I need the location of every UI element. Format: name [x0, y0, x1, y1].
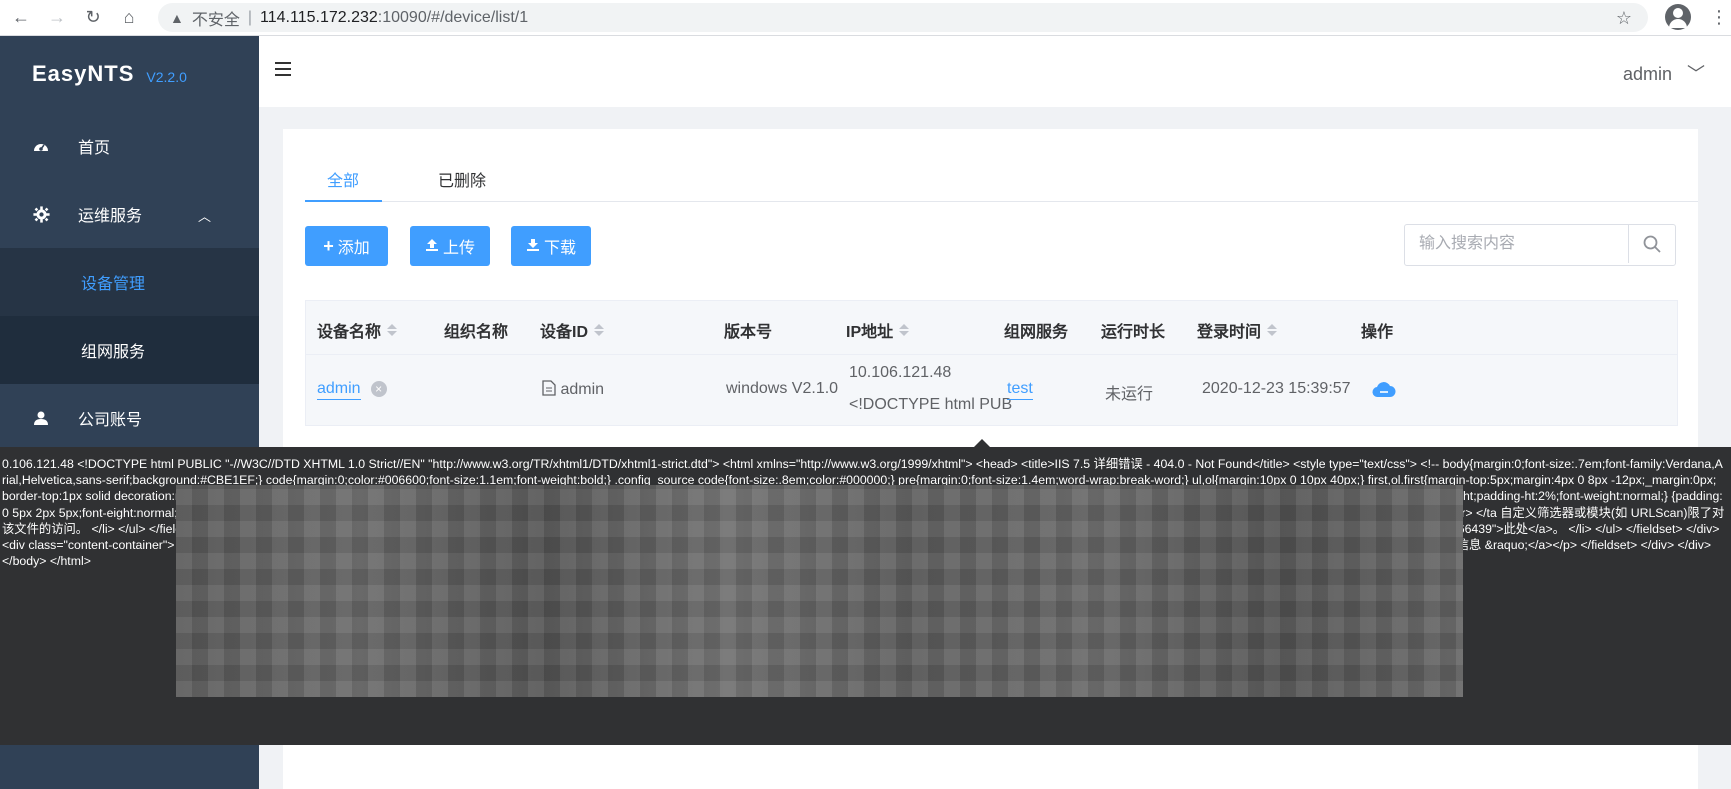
search-box — [1404, 224, 1676, 266]
device-name-link[interactable]: admin — [317, 380, 361, 400]
tab-all[interactable]: 全部 — [327, 167, 359, 191]
chevron-up-icon: ︿ — [197, 209, 211, 224]
bookmark-star-icon[interactable]: ☆ — [1616, 8, 1632, 29]
col-login-time[interactable]: 登录时间 — [1197, 318, 1278, 342]
upload-button[interactable]: 上传 — [410, 226, 490, 266]
tooltip-arrow — [974, 439, 990, 447]
active-tab-indicator — [305, 200, 382, 202]
col-version: 版本号 — [724, 324, 773, 341]
submenu-ops: 设备管理 组网服务 — [0, 248, 259, 384]
ip-cell: 10.106.121.48 <!DOCTYPE html PUB — [849, 364, 1012, 414]
download-button-label: 下载 — [543, 240, 576, 257]
address-bar[interactable]: ▲ 不安全 | 114.115.172.232:10090/#/device/l… — [158, 3, 1648, 32]
network-service-link[interactable]: test — [1007, 380, 1033, 400]
app-logo: EasyNTS V2.2.0 — [0, 36, 259, 112]
top-header: admin ﹀ — [259, 36, 1731, 107]
sort-icon[interactable] — [594, 324, 605, 336]
runtime-cell: 未运行 — [1105, 386, 1154, 403]
add-button-label: 添加 — [337, 240, 370, 257]
plus-icon: + — [323, 235, 334, 256]
download-icon — [526, 236, 540, 257]
login-time-cell: 2020-12-23 15:39:57 — [1202, 380, 1351, 397]
warning-icon: ▲ — [170, 9, 184, 26]
col-runtime: 运行时长 — [1101, 324, 1166, 341]
url-host: 114.115.172.232 — [260, 8, 378, 26]
home-icon[interactable]: ⌂ — [114, 3, 144, 33]
insecure-label: 不安全 — [191, 11, 240, 29]
close-circle-icon[interactable]: × — [370, 380, 387, 397]
col-actions: 操作 — [1361, 324, 1394, 341]
back-icon[interactable]: ← — [6, 3, 36, 33]
sidebar-item-company-account[interactable]: 公司账号 — [0, 384, 259, 452]
browser-toolbar: ← → ↻ ⌂ ▲ 不安全 | 114.115.172.232:10090/#/… — [0, 0, 1731, 36]
forward-icon[interactable]: → — [42, 3, 72, 33]
dashboard-icon — [32, 137, 50, 155]
sort-icon[interactable] — [899, 324, 910, 336]
device-id-value: admin — [560, 381, 605, 398]
upload-button-label: 上传 — [442, 240, 475, 257]
add-button[interactable]: + 添加 — [305, 226, 388, 266]
table-row: admin × admin windows V2.1.0 10.106.121.4… — [306, 355, 1677, 425]
app-name: EasyNTS — [32, 61, 135, 86]
search-input[interactable] — [1405, 225, 1655, 263]
ip-line-2: <!DOCTYPE html PUB — [849, 396, 1013, 413]
document-icon — [542, 380, 560, 398]
upload-icon — [425, 236, 439, 257]
sidebar-item-label: 首页 — [78, 140, 111, 157]
ip-line-1: 10.106.121.48 — [849, 364, 952, 381]
cloud-icon[interactable] — [1372, 380, 1396, 403]
device-id-cell: admin — [542, 380, 604, 399]
download-button[interactable]: 下载 — [511, 226, 591, 266]
sidebar-item-label: 运维服务 — [78, 208, 143, 225]
network-service-cell: test — [1007, 380, 1033, 400]
col-ip[interactable]: IP地址 — [846, 318, 910, 342]
search-icon[interactable] — [1628, 225, 1675, 263]
tab-bar: 全部 已删除 — [305, 129, 1698, 202]
device-name-cell: admin × — [317, 380, 387, 400]
reload-icon[interactable]: ↻ — [78, 3, 108, 33]
table-header: 设备名称 组织名称 设备ID 版本号 IP地址 组网服务 运行时长 登录时间 操… — [306, 301, 1677, 355]
sidebar-item-home[interactable]: 首页 — [0, 112, 259, 180]
sidebar-item-ops[interactable]: 运维服务 ︿ — [0, 180, 259, 248]
redacted-region — [176, 485, 1463, 697]
sort-icon[interactable] — [1267, 324, 1278, 336]
col-device-id[interactable]: 设备ID — [540, 318, 605, 342]
sidebar-item-device-management[interactable]: 设备管理 — [0, 248, 259, 316]
col-org-name: 组织名称 — [444, 324, 509, 341]
chevron-down-icon: ﹀ — [1687, 64, 1705, 84]
user-icon — [32, 409, 50, 427]
username: admin — [1622, 64, 1672, 84]
version-cell: windows V2.1.0 — [726, 380, 839, 397]
tab-deleted[interactable]: 已删除 — [438, 167, 486, 191]
sort-icon[interactable] — [387, 324, 398, 336]
sidebar-item-label: 公司账号 — [78, 412, 143, 429]
user-menu[interactable]: admin ﹀ — [1623, 60, 1705, 86]
ip-tooltip: 0.106.121.48 <!DOCTYPE html PUBLIC "-//W… — [0, 447, 1731, 745]
hamburger-icon[interactable] — [275, 62, 291, 80]
url-path: :10090/#/device/list/1 — [377, 8, 529, 26]
gear-icon — [32, 205, 50, 223]
url-separator: | — [247, 8, 253, 26]
col-network-service: 组网服务 — [1004, 324, 1069, 341]
profile-avatar-icon[interactable] — [1665, 4, 1691, 30]
app-version: V2.2.0 — [146, 69, 187, 85]
device-table: 设备名称 组织名称 设备ID 版本号 IP地址 组网服务 运行时长 登录时间 操… — [305, 300, 1678, 426]
sidebar-item-network-service[interactable]: 组网服务 — [0, 316, 259, 384]
browser-menu-icon[interactable]: ⋮ — [1710, 8, 1728, 26]
col-device-name[interactable]: 设备名称 — [317, 318, 398, 342]
